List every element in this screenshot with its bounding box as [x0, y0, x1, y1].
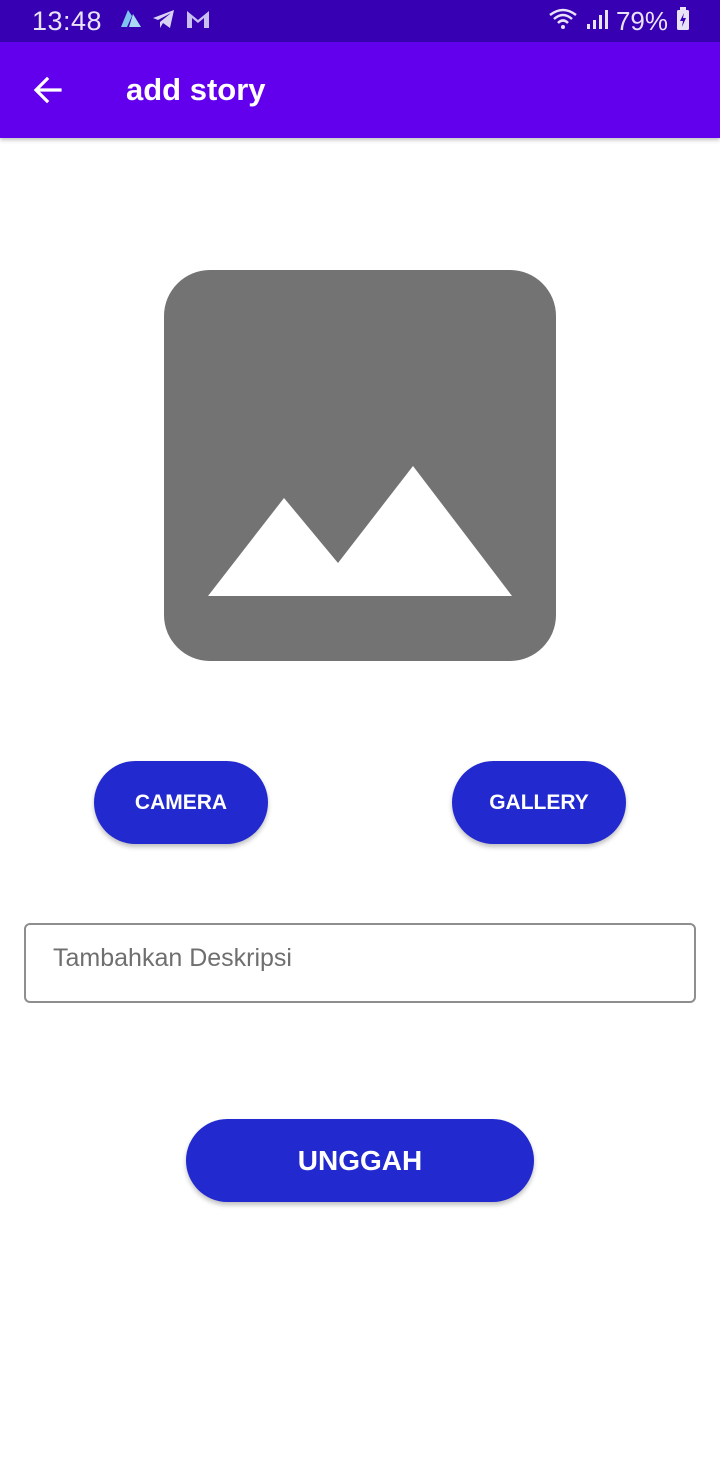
- description-input[interactable]: Tambahkan Deskripsi: [24, 923, 696, 1003]
- signal-icon: [586, 8, 608, 35]
- battery-level: 79%: [615, 5, 668, 36]
- image-placeholder-icon: [208, 466, 512, 596]
- status-bar: 13:48 79%: [0, 0, 720, 42]
- gallery-button[interactable]: GALLERY: [452, 761, 626, 844]
- back-button[interactable]: [0, 42, 96, 138]
- arrow-left-icon: [33, 76, 62, 104]
- camera-button[interactable]: CAMERA: [94, 761, 268, 844]
- gmail-icon: [186, 9, 210, 34]
- azure-icon: [120, 9, 142, 34]
- telegram-icon: [152, 8, 176, 35]
- image-preview: [164, 270, 556, 661]
- notification-icons: [120, 8, 210, 35]
- app-bar: add story: [0, 42, 720, 138]
- upload-button[interactable]: UNGGAH: [186, 1119, 534, 1202]
- page-title: add story: [126, 72, 266, 107]
- wifi-icon: [548, 7, 578, 36]
- battery-icon: [676, 6, 690, 36]
- description-placeholder: Tambahkan Deskripsi: [53, 944, 292, 972]
- status-left: 13:48: [32, 6, 210, 37]
- status-right: 79%: [548, 6, 690, 37]
- status-time: 13:48: [32, 5, 103, 36]
